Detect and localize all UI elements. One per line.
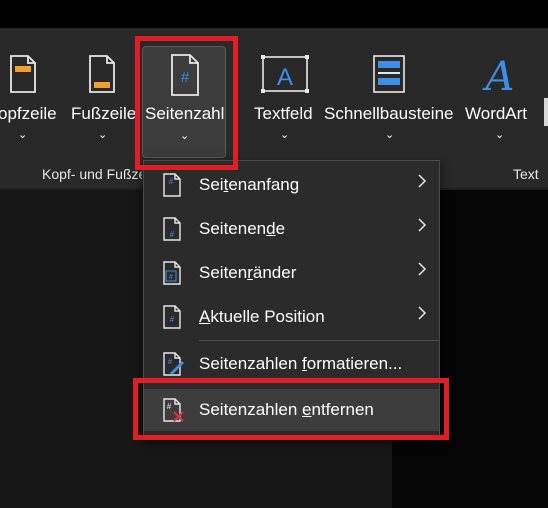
svg-text:A: A [277,64,293,91]
chevron-right-icon [417,260,427,283]
chevron-right-icon [417,216,427,239]
menu-item-label: Seitenende [199,219,286,238]
menu-separator [199,340,439,341]
current-position-number-icon: # [162,305,182,334]
next-ribbon-button-edge[interactable] [544,98,548,126]
text-box-button-label: Textfeld [254,104,313,123]
page-number-button-label: Seitenzahl [145,104,225,123]
chevron-down-icon: ⌄ [18,129,28,141]
footer-button[interactable]: Fußzeile ⌄ [69,46,137,158]
page-number-dropdown-menu: # Seitenanfang # Seitenende # Seitenränd… [143,160,440,438]
svg-text:#: # [170,315,175,324]
header-button[interactable]: opfzeile ⌄ [0,46,62,158]
wordart-icon: A [478,54,522,101]
page-bottom-number-icon: # [162,217,182,246]
text-box-button[interactable]: A Textfeld ⌄ [252,46,318,158]
menu-item-label: Aktuelle Position [199,307,325,326]
page-number-button[interactable]: # Seitenzahl ⌄ [142,46,226,158]
menu-item-remove-page-numbers[interactable]: # Seitenzahlen entfernen [144,389,439,431]
menu-item-bottom-of-page[interactable]: # Seitenende [144,209,439,249]
svg-text:#: # [167,402,172,411]
menu-item-label: Seitenzahlen formatieren... [199,354,403,373]
chevron-down-icon: ⌄ [385,129,395,141]
text-box-icon: A [261,54,309,99]
svg-text:#: # [181,69,190,86]
header-button-label: opfzeile [0,104,57,123]
page-top-number-icon: # [162,173,182,202]
chevron-down-icon: ⌄ [98,129,108,141]
chevron-down-icon: ⌄ [495,129,505,141]
wordart-button[interactable]: A WordArt ⌄ [462,46,538,158]
menu-item-label: Seitenränder [199,263,297,282]
wordart-button-label: WordArt [465,104,528,123]
svg-text:#: # [169,177,174,186]
menu-item-label: Seitenzahlen entfernen [199,400,374,419]
svg-text:#: # [168,357,173,366]
svg-text:#: # [170,230,175,239]
page-number-icon: # [169,53,201,102]
header-icon [8,54,38,99]
menu-item-format-page-numbers[interactable]: # Seitenzahlen formatieren... [144,344,439,384]
svg-text:#: # [169,274,173,281]
title-bar-strip [0,0,548,28]
menu-item-page-margins[interactable]: # Seitenränder [144,253,439,293]
footer-icon [87,54,117,99]
page-margin-number-icon: # [162,261,182,290]
svg-text:A: A [482,54,515,96]
menu-item-current-position[interactable]: # Aktuelle Position [144,297,439,337]
format-page-number-icon: # [162,352,184,381]
menu-item-label: Seitenanfang [199,175,300,194]
group-label-header-footer: Kopf- und Fußzeile [42,166,142,182]
chevron-right-icon [417,304,427,327]
chevron-down-icon: ⌄ [180,130,190,142]
remove-page-number-icon: # [162,398,186,427]
quick-parts-icon [372,54,406,99]
group-label-text: Text [513,166,539,182]
footer-button-label: Fußzeile [71,104,137,123]
quick-parts-button-label: Schnellbausteine [324,104,454,123]
menu-item-top-of-page[interactable]: # Seitenanfang [144,165,439,205]
chevron-right-icon [417,172,427,195]
quick-parts-button[interactable]: Schnellbausteine ⌄ [322,46,460,158]
chevron-down-icon: ⌄ [280,129,290,141]
